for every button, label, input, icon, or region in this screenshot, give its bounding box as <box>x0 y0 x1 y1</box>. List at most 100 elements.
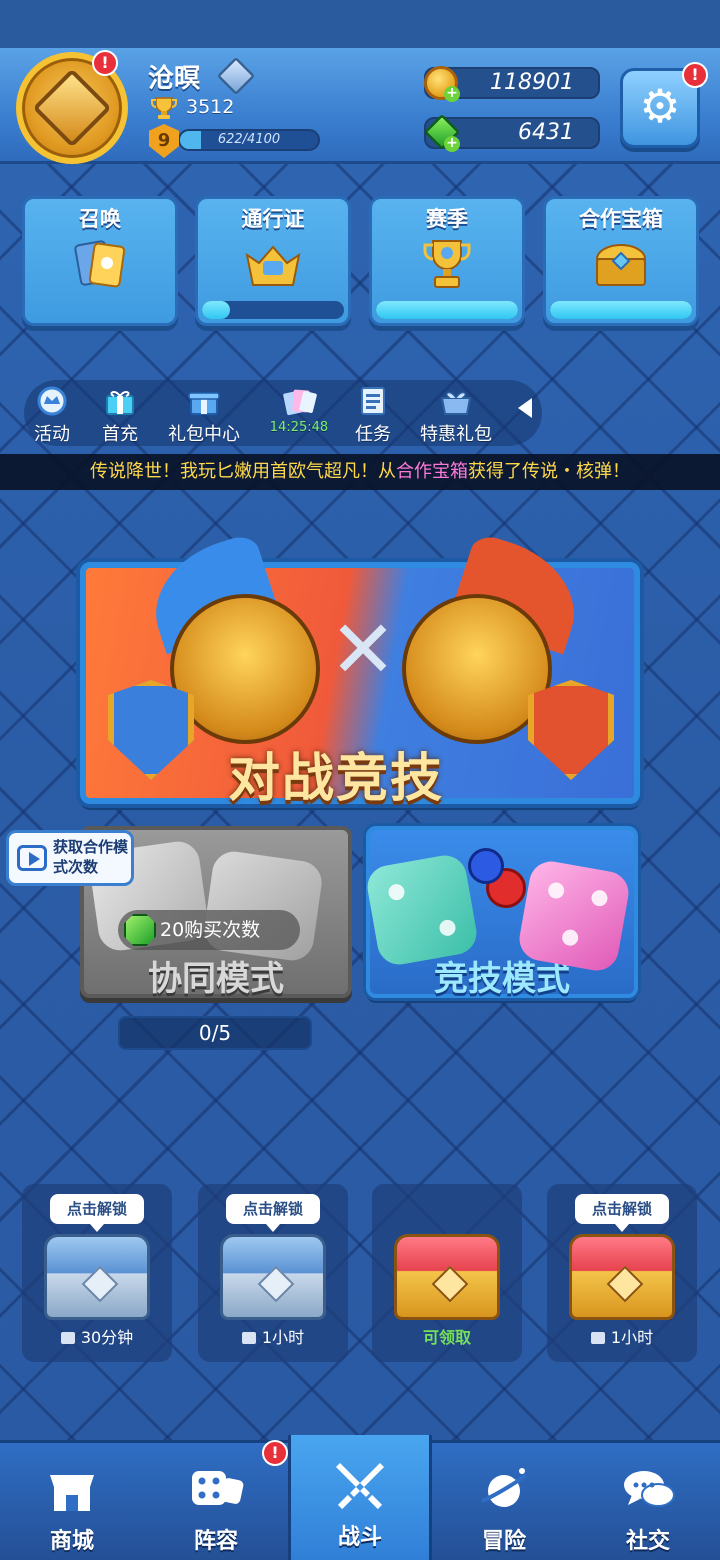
silver-chest-icon <box>220 1234 326 1320</box>
nav-battle[interactable]: 战斗 <box>288 1435 432 1560</box>
tile-coop-chest-progress-fill <box>550 301 692 319</box>
dice-lineup-icon <box>188 1461 244 1517</box>
add-coins-icon[interactable]: + <box>444 86 460 102</box>
chest-slot-4[interactable]: 点击解锁 1小时 <box>547 1184 697 1362</box>
settings-alert-badge: ! <box>682 62 708 88</box>
shortcut-timer-label: 14:25:48 <box>269 420 329 435</box>
coop-mode-title: 协同模式 <box>148 959 284 999</box>
collapse-strip-arrow-icon[interactable] <box>518 398 532 418</box>
tile-summon-title: 召唤 <box>79 207 121 231</box>
shortcut-timed-cards[interactable]: 14:25:48 <box>262 380 336 446</box>
shortcut-first-recharge[interactable]: 首充 <box>94 380 146 446</box>
chest-slot-1[interactable]: 点击解锁 30分钟 <box>22 1184 172 1362</box>
chat-bubbles-icon <box>620 1461 676 1517</box>
coin-balance: 118901 <box>490 70 574 95</box>
shortcut-special-pack[interactable]: 特惠礼包 <box>414 380 498 446</box>
shortcut-gift-center[interactable]: 礼包中心 <box>162 380 246 446</box>
chest-timer: 1小时 <box>547 1324 697 1348</box>
lock-icon <box>590 1332 605 1344</box>
cards-timer-icon <box>283 389 317 416</box>
crossed-swords-icon: ✕ <box>329 603 397 696</box>
event-icon <box>37 386 67 416</box>
crossed-swords-icon <box>332 1457 388 1513</box>
coop-chest-icon <box>595 244 647 286</box>
unlock-tag[interactable]: 点击解锁 <box>575 1194 669 1232</box>
nav-social[interactable]: 社交 <box>576 1443 720 1560</box>
boxing-glove-icon <box>468 848 504 884</box>
first-recharge-icon <box>106 390 134 415</box>
tile-summon[interactable]: 召唤 <box>22 196 178 326</box>
shortcut-event[interactable]: 活动 <box>28 380 76 446</box>
unlock-tag[interactable]: 点击解锁 <box>50 1194 144 1232</box>
shortcut-event-label: 活动 <box>34 424 70 445</box>
gift-center-icon <box>188 392 220 415</box>
pass-crown-icon <box>245 245 301 286</box>
tile-pass[interactable]: 通行证 <box>195 196 351 326</box>
tile-season-progress-fill <box>376 301 518 319</box>
nav-battle-label: 战斗 <box>337 1525 382 1550</box>
chest-slot-3[interactable]: 可领取 <box>372 1184 522 1362</box>
shortcut-gift-center-label: 礼包中心 <box>168 424 240 445</box>
shortcut-special-pack-label: 特惠礼包 <box>420 424 492 445</box>
tile-coop-chest[interactable]: 合作宝箱 <box>543 196 699 326</box>
buy-attempts-label: 20购买次数 <box>160 919 261 941</box>
xp-text: 622/4100 <box>217 132 281 147</box>
gold-chest-icon <box>569 1234 675 1320</box>
xp-progress-bar: 622/4100 <box>178 129 320 151</box>
chest-ready-label: 可领取 <box>422 1328 471 1347</box>
ticker-suffix: 获得了传说・核弹！ <box>468 461 630 482</box>
buy-attempts-button[interactable]: 20购买次数 <box>118 910 300 950</box>
summon-cards-icon <box>74 240 126 288</box>
chest-slot-2[interactable]: 点击解锁 1小时 <box>198 1184 348 1362</box>
nav-adventure[interactable]: 冒险 <box>432 1443 576 1560</box>
tile-coop-chest-title: 合作宝箱 <box>579 207 663 231</box>
ticker-prefix: 传说降世！我玩匕嫩用首欧气超凡！从 <box>90 461 396 482</box>
chest-timer-text: 1小时 <box>261 1328 305 1347</box>
chest-timer-text: 30分钟 <box>80 1328 134 1347</box>
unlock-tag[interactable]: 点击解锁 <box>226 1194 320 1232</box>
special-pack-icon <box>440 391 472 415</box>
coop-attempts-count: 0/5 <box>198 1021 232 1045</box>
lock-icon <box>241 1332 256 1344</box>
nav-shop-label: 商城 <box>49 1529 94 1554</box>
tile-pass-title: 通行证 <box>241 207 305 231</box>
tile-pass-progress-fill <box>202 301 231 319</box>
task-icon <box>361 387 385 415</box>
shortcut-task-label: 任务 <box>355 424 391 445</box>
tile-pass-progress <box>202 301 344 319</box>
announcement-ticker: 传说降世！我玩匕嫩用首欧气超凡！从合作宝箱获得了传说・核弹！ <box>0 454 720 490</box>
trophy-icon <box>151 97 177 119</box>
trophy-count: 3512 <box>186 96 235 118</box>
get-coop-attempts-text: 获取合作模式次数 <box>53 838 129 876</box>
nav-lineup-label: 阵容 <box>193 1529 238 1554</box>
player-name[interactable]: 沧暝 <box>148 58 200 95</box>
chest-timer: 1小时 <box>198 1324 348 1348</box>
get-coop-attempts-hint[interactable]: 获取合作模式次数 <box>6 830 134 886</box>
bottom-nav: 商城 阵容 战斗 冒险 社交 <box>0 1435 720 1560</box>
silver-chest-icon <box>44 1234 150 1320</box>
lock-icon <box>60 1332 75 1344</box>
nav-social-label: 社交 <box>625 1529 670 1554</box>
chest-timer: 30分钟 <box>22 1324 172 1348</box>
green-dice-fighter-icon <box>364 852 480 968</box>
coop-attempts-counter: 0/5 <box>118 1016 312 1050</box>
chest-timer-text: 1小时 <box>610 1328 654 1347</box>
pink-dice-fighter-icon <box>516 858 632 974</box>
shop-icon <box>44 1461 100 1517</box>
tile-season-progress <box>376 301 518 319</box>
tile-coop-chest-progress <box>550 301 692 319</box>
tile-season[interactable]: 赛季 <box>369 196 525 326</box>
gem-icon <box>124 914 156 946</box>
season-trophy-icon <box>423 240 471 288</box>
gear-icon: ⚙ <box>639 79 681 133</box>
video-play-icon <box>17 845 47 871</box>
adventure-planet-icon <box>476 1461 532 1517</box>
avatar-alert-badge: ! <box>92 50 118 76</box>
add-gems-icon[interactable]: + <box>444 136 460 152</box>
shortcut-task[interactable]: 任务 <box>350 380 396 446</box>
shortcut-first-recharge-label: 首充 <box>102 424 138 445</box>
tile-season-title: 赛季 <box>426 207 468 231</box>
ticker-highlight: 合作宝箱 <box>396 461 468 482</box>
nav-shop[interactable]: 商城 <box>0 1443 144 1560</box>
battle-arena-title: 对战竞技 <box>228 749 445 809</box>
